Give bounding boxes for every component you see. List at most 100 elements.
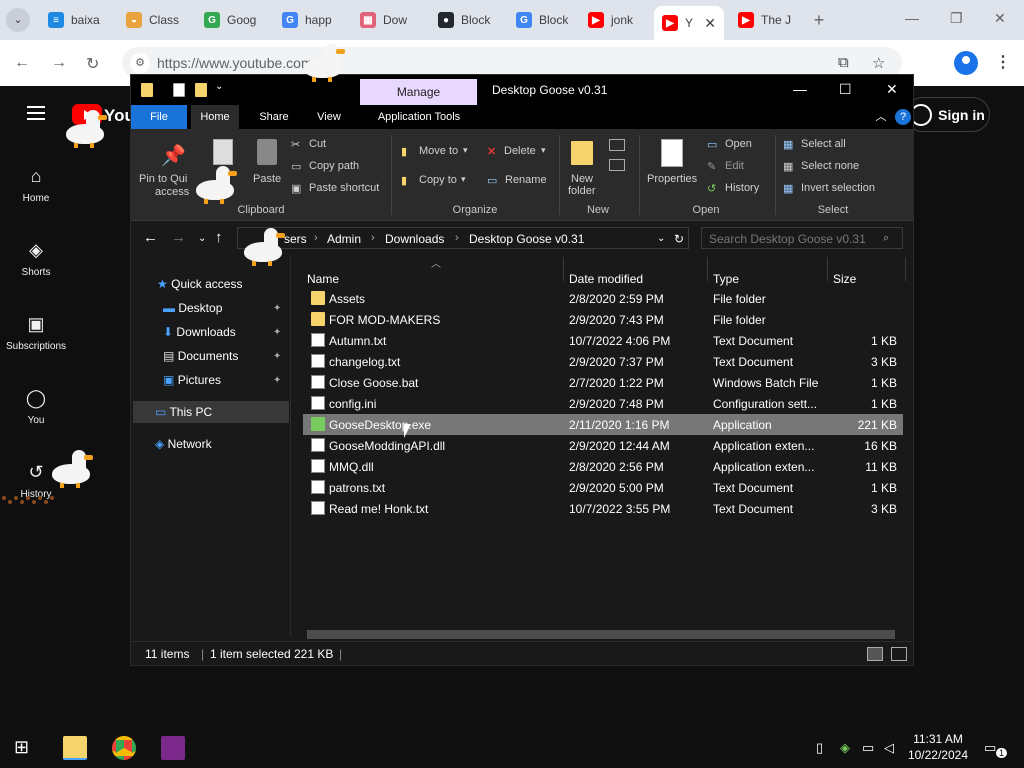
easy-access-icon[interactable]: [609, 159, 625, 171]
site-info-icon[interactable]: ⚙: [130, 53, 150, 73]
new-item-icon[interactable]: [609, 139, 625, 151]
chevron-right-icon[interactable]: ›: [455, 232, 459, 244]
nav-desktop[interactable]: ▬ Desktop: [163, 297, 222, 319]
bookmark-star-icon[interactable]: ☆: [872, 54, 885, 72]
close-tab-icon[interactable]: ✕: [704, 15, 716, 32]
chrome-taskbar-icon[interactable]: [112, 736, 136, 760]
column-date[interactable]: Date modified: [569, 269, 643, 289]
up-arrow-icon[interactable]: ↑: [215, 229, 223, 246]
cut-icon[interactable]: ✂: [291, 138, 300, 151]
new-folder-icon[interactable]: [571, 141, 593, 165]
tab-share[interactable]: Share: [247, 105, 301, 129]
file-row[interactable]: GooseDesktop.exe 2/11/2020 1:16 PM Applica…: [303, 414, 903, 435]
network-icon[interactable]: ▭: [862, 740, 874, 756]
column-size[interactable]: Size: [833, 269, 856, 289]
close-window-icon[interactable]: ✕: [994, 10, 1006, 27]
chevron-down-icon[interactable]: ▾: [463, 145, 468, 156]
forward-icon[interactable]: →: [51, 54, 67, 72]
move-to-button[interactable]: Move to: [419, 145, 458, 157]
explorer-minimize-icon[interactable]: —: [793, 81, 807, 97]
yt-nav-you[interactable]: ◯ You: [0, 386, 72, 427]
copy-path-button[interactable]: Copy path: [309, 160, 359, 172]
file-row[interactable]: MMQ.dll 2/8/2020 2:56 PM Application exten…: [303, 456, 903, 477]
tab-home[interactable]: Home: [191, 105, 239, 129]
pin-label[interactable]: Pin to Qui: [139, 173, 187, 185]
properties-qat-icon[interactable]: [173, 83, 185, 97]
select-all-icon[interactable]: ▦: [783, 138, 793, 151]
tab-active[interactable]: ▶ Y ✕: [654, 6, 724, 40]
breadcrumb-admin[interactable]: Admin: [327, 232, 361, 246]
refresh-icon[interactable]: ↻: [674, 232, 684, 246]
scrollbar-thumb[interactable]: [307, 630, 895, 639]
new-tab-button[interactable]: +: [808, 9, 830, 31]
chevron-right-icon[interactable]: ›: [371, 232, 375, 244]
file-explorer-taskbar-icon[interactable]: [63, 736, 87, 760]
move-to-icon[interactable]: ▮: [401, 145, 407, 158]
paste-icon[interactable]: [257, 139, 277, 165]
back-arrow-icon[interactable]: ←: [143, 229, 158, 246]
notifications-icon[interactable]: ▭: [984, 740, 996, 756]
breadcrumb-users[interactable]: sers: [284, 232, 307, 246]
copy-to-icon[interactable]: ▮: [401, 174, 407, 187]
properties-button[interactable]: Properties: [647, 173, 697, 185]
column-type[interactable]: Type: [713, 269, 739, 289]
nav-pictures[interactable]: ▣ Pictures: [163, 369, 221, 391]
tab-file[interactable]: File: [131, 105, 187, 129]
edit-icon[interactable]: ✎: [707, 160, 716, 173]
winrar-taskbar-icon[interactable]: [161, 736, 185, 760]
browser-tab[interactable]: ● Block: [430, 6, 502, 34]
copy-to-button[interactable]: Copy to: [419, 174, 457, 186]
address-dropdown-icon[interactable]: ⌄: [657, 233, 665, 244]
minimize-icon[interactable]: —: [905, 10, 919, 26]
start-button-icon[interactable]: ⊞: [14, 737, 38, 761]
history-icon[interactable]: ↺: [707, 182, 716, 195]
quick-access-item[interactable]: ★ Quick access: [157, 273, 242, 295]
column-name[interactable]: Name: [307, 269, 339, 289]
open-button[interactable]: Open: [725, 138, 752, 150]
rename-button[interactable]: Rename: [505, 174, 547, 186]
paste-shortcut-icon[interactable]: ▣: [291, 182, 301, 195]
browser-tab[interactable]: ▶ jonk: [580, 6, 648, 34]
paste-shortcut-button[interactable]: Paste shortcut: [309, 182, 379, 194]
chrome-menu-icon[interactable]: ⋮: [995, 52, 1011, 72]
nav-this-pc[interactable]: ▭ This PC: [133, 401, 289, 423]
volume-muted-icon[interactable]: ◁: [884, 740, 894, 756]
rename-icon[interactable]: ▭: [487, 174, 497, 187]
browser-tab[interactable]: G Block: [508, 6, 574, 34]
chevron-right-icon[interactable]: ›: [314, 232, 318, 244]
help-icon[interactable]: ?: [895, 109, 911, 125]
clock[interactable]: 11:31 AM 10/22/2024: [908, 731, 968, 763]
yt-nav-subscriptions[interactable]: ▣ Subscriptions: [0, 312, 72, 353]
search-icon[interactable]: ⌕: [883, 232, 889, 245]
explorer-close-icon[interactable]: ✕: [886, 81, 898, 98]
file-row[interactable]: FOR MOD-MAKERS 2/9/2020 7:43 PM File folde…: [303, 309, 903, 330]
pin-icon[interactable]: ✦: [273, 327, 281, 338]
column-divider[interactable]: [707, 257, 708, 281]
explorer-maximize-icon[interactable]: ☐: [839, 81, 852, 98]
copy-path-icon[interactable]: ▭: [291, 160, 301, 173]
chevron-down-icon[interactable]: ▾: [541, 145, 546, 156]
browser-tab[interactable]: ◒ Class: [118, 6, 190, 34]
tab-search-button[interactable]: ⌄: [6, 8, 30, 32]
tab-manage[interactable]: Manage: [360, 79, 477, 105]
browser-tab[interactable]: ▦ Dow: [352, 6, 424, 34]
browser-tab[interactable]: Ghapp: [274, 6, 346, 34]
properties-icon[interactable]: [661, 139, 683, 167]
invert-selection-icon[interactable]: ▦: [783, 182, 793, 195]
forward-arrow-icon[interactable]: →: [171, 229, 186, 246]
profile-avatar[interactable]: [954, 51, 978, 75]
tab-application-tools[interactable]: Application Tools: [363, 105, 475, 129]
usb-icon[interactable]: ▯: [816, 740, 823, 756]
column-divider[interactable]: [563, 257, 564, 281]
nav-network[interactable]: ◈ Network: [155, 433, 212, 455]
new-folder-qat-icon[interactable]: [195, 83, 207, 97]
new-folder-label[interactable]: New: [571, 173, 593, 185]
file-row[interactable]: Autumn.txt 10/7/2022 4:06 PM Text Document…: [303, 330, 903, 351]
hamburger-menu-icon[interactable]: [27, 106, 45, 120]
browser-tab[interactable]: ▶ The J: [730, 6, 802, 34]
details-view-icon[interactable]: [867, 647, 883, 661]
select-all-button[interactable]: Select all: [801, 138, 846, 150]
file-row[interactable]: patrons.txt 2/9/2020 5:00 PM Text Document…: [303, 477, 903, 498]
history-button[interactable]: History: [725, 182, 759, 194]
breadcrumb-current-folder[interactable]: Desktop Goose v0.31: [469, 232, 584, 246]
